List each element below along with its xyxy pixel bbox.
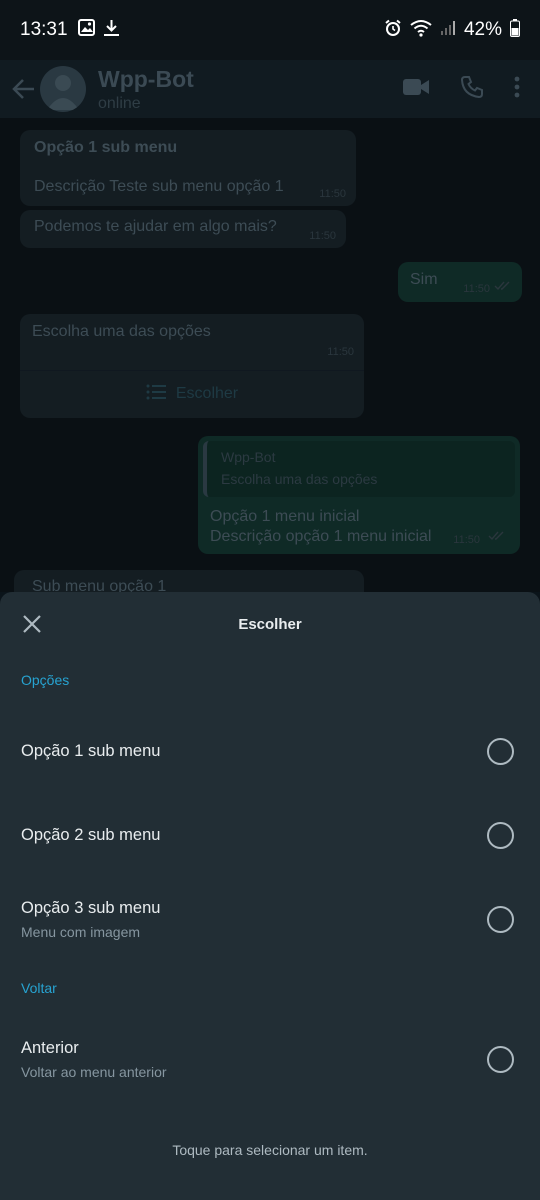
status-time: 13:31 [20, 19, 68, 40]
option-title: Opção 2 sub menu [21, 825, 161, 844]
radio-button[interactable] [487, 737, 514, 765]
list-open-button[interactable]: Escolher [20, 376, 364, 412]
message-time: 11:50 [309, 230, 336, 242]
close-icon[interactable] [18, 610, 46, 638]
option-item[interactable]: Anterior Voltar ao menu anterior [0, 1026, 540, 1092]
message-title: Opção 1 sub menu [34, 139, 178, 156]
selection-hint: Toque para selecionar um item. [172, 1142, 368, 1158]
list-picker-sheet: Escolher Opções Opção 1 sub menu Opção 2… [0, 592, 540, 1200]
wifi-icon [410, 19, 432, 42]
status-bar: 13:31 42% [0, 0, 540, 60]
battery-percent: 42% [463, 19, 502, 40]
option-subtitle: Menu com imagem [21, 923, 141, 940]
chat-header: Wpp-Bot online [0, 60, 540, 118]
contact-name: Wpp-Bot [98, 65, 194, 92]
message-bubble-incoming: Opção 1 sub menu Descrição Teste sub men… [20, 130, 356, 206]
battery-icon [510, 18, 520, 42]
image-icon [77, 19, 95, 41]
section-label-back: Voltar [21, 980, 57, 996]
more-options-icon[interactable] [514, 75, 520, 104]
video-call-icon[interactable] [402, 77, 430, 102]
radio-button[interactable] [487, 905, 514, 933]
double-check-icon [494, 278, 512, 296]
quoted-text: Escolha uma das opções [221, 471, 378, 487]
signal-icon [440, 20, 456, 41]
message-time: 11:50 [463, 283, 490, 295]
quoted-message[interactable]: Wpp-Bot Escolha uma das opções [203, 441, 515, 497]
message-bubble-outgoing: Wpp-Bot Escolha uma das opções Opção 1 m… [198, 436, 520, 554]
phone-call-icon[interactable] [460, 75, 484, 104]
avatar[interactable] [40, 66, 86, 112]
message-bubble-incoming: Escolha uma das opções 11:50 Escolher [20, 314, 364, 418]
contact-info[interactable]: Wpp-Bot online [98, 66, 194, 113]
radio-button[interactable] [487, 1045, 514, 1073]
download-icon [103, 19, 120, 42]
quoted-sender: Wpp-Bot [221, 449, 276, 465]
message-text: Podemos te ajudar em algo mais? [34, 218, 277, 235]
message-text: Descrição opção 1 menu inicial [210, 528, 432, 545]
option-item[interactable]: Opção 3 sub menu Menu com imagem [0, 886, 540, 952]
message-time: 11:50 [319, 188, 346, 200]
sheet-title: Escolher [238, 615, 302, 633]
message-bubble-incoming: Podemos te ajudar em algo mais? 11:50 [20, 210, 346, 248]
message-text: Sim [410, 271, 438, 288]
message-bubble-incoming: Sub menu opção 1 [14, 570, 364, 592]
divider [20, 370, 364, 371]
option-title: Opção 1 sub menu [21, 741, 161, 760]
message-bubble-outgoing: Sim 11:50 [398, 262, 522, 302]
contact-status: online [98, 94, 141, 112]
message-text: Opção 1 menu inicial [210, 508, 360, 525]
message-time: 11:50 [453, 534, 480, 546]
option-item[interactable]: Opção 2 sub menu [0, 802, 540, 868]
alarm-icon [384, 19, 402, 42]
list-icon [146, 384, 166, 405]
option-title: Opção 3 sub menu [21, 898, 161, 917]
radio-button[interactable] [487, 821, 514, 849]
section-label-options: Opções [21, 672, 70, 688]
back-arrow-icon[interactable] [6, 71, 42, 107]
message-text: Sub menu opção 1 [32, 578, 167, 592]
list-button-label: Escolher [175, 385, 239, 402]
chat-messages: Opção 1 sub menu Descrição Teste sub men… [0, 118, 540, 592]
option-item[interactable]: Opção 1 sub menu [0, 718, 540, 784]
double-check-icon [488, 528, 506, 546]
message-time: 11:50 [327, 346, 354, 358]
sheet-header: Escolher [0, 592, 540, 656]
message-text: Descrição Teste sub menu opção 1 [34, 178, 284, 195]
option-title: Anterior [21, 1038, 79, 1057]
message-text: Escolha uma das opções [32, 323, 211, 340]
option-subtitle: Voltar ao menu anterior [21, 1063, 167, 1080]
